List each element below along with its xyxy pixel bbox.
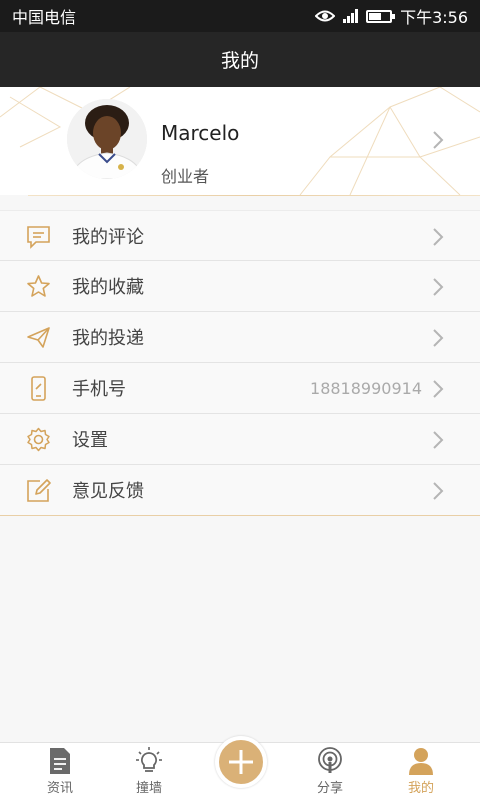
clock: 下午3:56 [400,8,468,27]
chevron-right-icon [433,228,444,246]
chevron-right-icon [433,380,444,398]
person-icon [409,748,433,775]
menu-item-label: 意见反馈 [72,481,144,502]
menu-item-label: 我的投递 [72,328,144,349]
gear-icon [27,427,50,452]
edit-icon [27,479,51,502]
menu-item-comments[interactable]: 我的评论 [0,210,480,261]
nav-wall[interactable]: 撞墙 [109,747,189,796]
menu-item-label: 手机号 [72,379,126,400]
chevron-right-icon [433,131,444,149]
profile-card[interactable]: Marcelo 创业者 [0,87,480,195]
comment-icon [27,226,50,249]
menu-item-feedback[interactable]: 意见反馈 [0,465,480,516]
page-title: 我的 [220,50,259,72]
profile-name: Marcelo [161,121,240,145]
eye-icon [315,10,336,22]
menu-item-label: 我的评论 [72,226,144,248]
menu-item-phone[interactable]: 手机号 18818990914 [0,363,480,414]
nav-label: 撞墙 [135,781,162,796]
carrier-label: 中国电信 [12,8,77,27]
chevron-right-icon [433,431,444,449]
nav-label: 资讯 [46,781,73,796]
add-button[interactable] [215,736,267,788]
signal-icon [343,9,359,23]
menu-item-label: 我的收藏 [72,277,144,298]
nav-news[interactable]: 资讯 [20,747,100,796]
menu-item-deliveries[interactable]: 我的投递 [0,312,480,363]
nav-mine[interactable]: 我的 [381,747,461,796]
menu-item-label: 设置 [72,430,108,451]
chevron-right-icon [433,329,444,347]
document-icon [50,748,70,774]
profile-role: 创业者 [161,167,210,186]
divider [28,195,480,196]
menu-item-favorites[interactable]: 我的收藏 [0,261,480,312]
battery-icon [366,9,396,23]
plus-icon [229,750,253,774]
avatar[interactable] [67,99,147,179]
nav-label: 我的 [407,781,434,796]
status-bar: 中国电信 下午3:56 [0,0,480,32]
star-icon [27,275,50,297]
podcast-icon [318,747,342,773]
menu-list: 我的评论 我的收藏 我的投递 手机号 18818990914 设置 意见反馈 [0,210,480,516]
lightbulb-icon [136,747,162,772]
nav-share[interactable]: 分享 [290,747,370,796]
title-bar: 我的 [0,32,480,87]
nav-label: 分享 [316,781,343,796]
chevron-right-icon [433,278,444,296]
phone-number: 18818990914 [310,378,422,398]
chevron-right-icon [433,482,444,500]
menu-item-settings[interactable]: 设置 [0,414,480,465]
send-icon [27,327,50,348]
phone-icon [31,376,46,401]
